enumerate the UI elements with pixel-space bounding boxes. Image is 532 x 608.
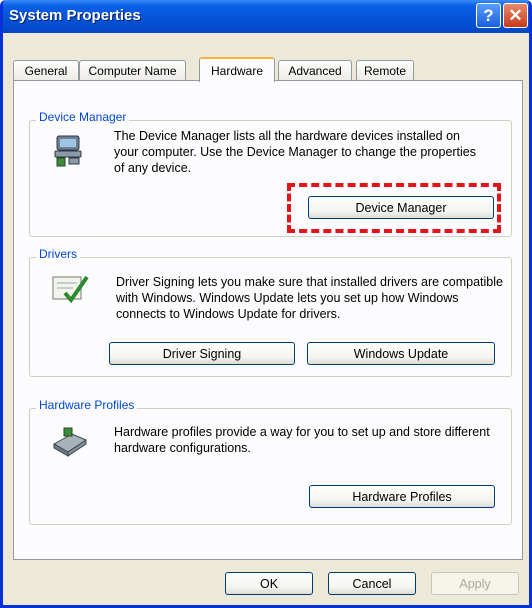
hardware-profiles-description: Hardware profiles provide a way for you … [114,425,490,455]
hardware-profiles-group-title: Hardware Profiles [36,398,138,412]
tab-remote[interactable]: Remote [356,60,414,81]
cancel-button[interactable]: Cancel [328,572,416,595]
help-button[interactable]: ? [476,3,501,28]
title-bar[interactable]: System Properties ? ✕ [3,0,529,33]
tab-general[interactable]: General [13,60,79,81]
hardware-profiles-icon [52,427,88,457]
drivers-description: Driver Signing lets you make sure that i… [116,275,503,321]
driver-signing-icon [52,275,89,304]
driver-signing-button[interactable]: Driver Signing [109,342,295,365]
device-manager-icon [54,135,82,167]
close-button[interactable]: ✕ [503,3,528,28]
highlight-annotation [287,183,501,233]
tab-hardware[interactable]: Hardware [199,57,275,82]
tab-computer-name[interactable]: Computer Name [79,60,186,81]
device-manager-group-title: Device Manager [36,110,130,124]
system-properties-window: System Properties ? ✕ General Computer N… [0,0,532,608]
hardware-profiles-button[interactable]: Hardware Profiles [309,485,495,508]
drivers-group-title: Drivers [36,247,80,261]
window-title: System Properties [9,7,141,24]
tab-advanced[interactable]: Advanced [278,60,352,81]
ok-button[interactable]: OK [225,572,313,595]
device-manager-description: The Device Manager lists all the hardwar… [114,129,477,175]
apply-button[interactable]: Apply [431,572,519,595]
windows-update-button[interactable]: Windows Update [307,342,495,365]
